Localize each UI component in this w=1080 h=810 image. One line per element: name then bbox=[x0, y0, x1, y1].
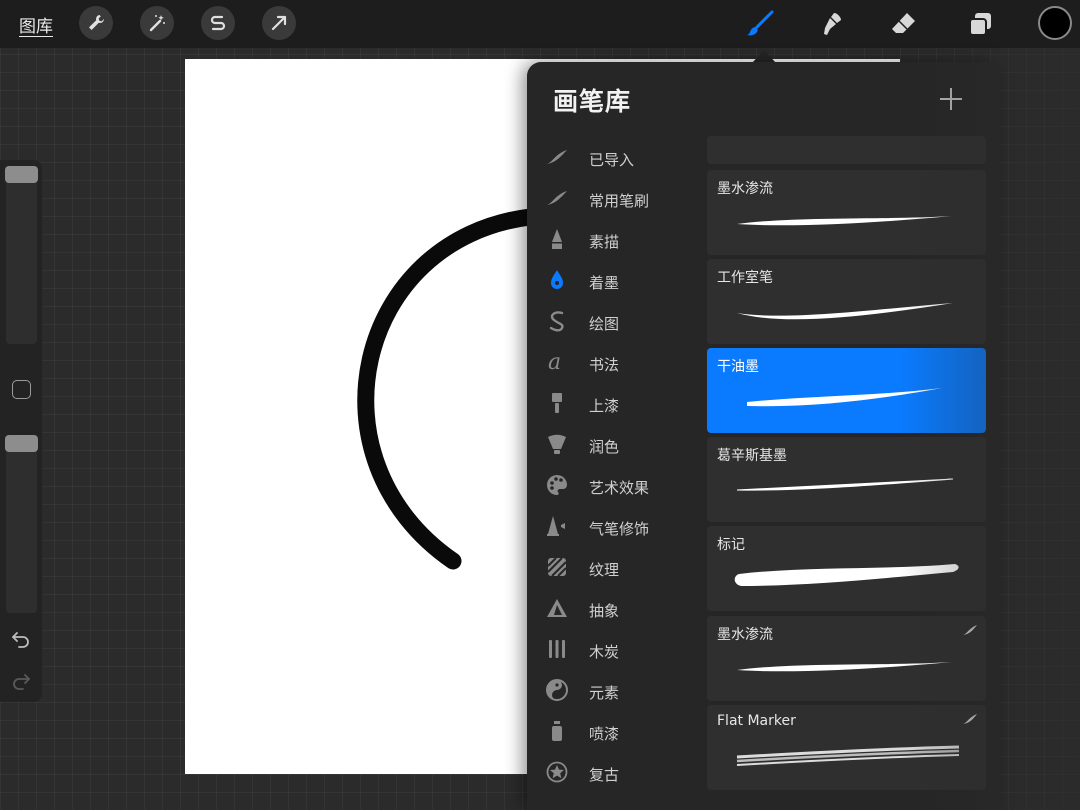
blend-brush-icon bbox=[544, 432, 570, 456]
brush-stroke-preview bbox=[737, 662, 952, 672]
brush-size-slider[interactable] bbox=[6, 166, 37, 344]
category-imported[interactable]: 已导入 bbox=[527, 139, 705, 175]
elements-yinyang-icon bbox=[544, 678, 570, 702]
imported-brush-icon bbox=[963, 714, 977, 724]
brush-name: 葛辛斯基墨 bbox=[717, 448, 787, 464]
brush-library-title: 画笔库 bbox=[553, 87, 632, 116]
airbrush-icon bbox=[544, 514, 570, 538]
category-calligraphy[interactable]: a 书法 bbox=[527, 344, 705, 380]
category-label: 绘图 bbox=[589, 315, 620, 333]
brush-card-studio-pen[interactable]: 工作室笔 bbox=[707, 259, 986, 344]
gallery-button[interactable]: 图库 bbox=[19, 12, 53, 37]
spray-can-icon bbox=[544, 719, 570, 743]
brush-card-marker[interactable]: 标记 bbox=[707, 526, 986, 611]
category-common[interactable]: 常用笔刷 bbox=[527, 180, 705, 216]
svg-text:a: a bbox=[548, 351, 561, 373]
brush-library-panel: 画笔库 已导入 常用笔刷 素描 着墨 绘图 a 书法 上漆 润色 艺术效果 气笔… bbox=[527, 62, 1000, 810]
brush-icon[interactable] bbox=[742, 6, 778, 42]
smudge-icon[interactable] bbox=[813, 6, 849, 42]
category-label: 复古 bbox=[589, 766, 620, 784]
category-inking[interactable]: 着墨 bbox=[527, 262, 705, 298]
brush-stroke-preview bbox=[737, 216, 952, 226]
category-label: 木炭 bbox=[589, 643, 620, 661]
add-brush-icon[interactable] bbox=[938, 86, 964, 112]
category-label: 润色 bbox=[589, 438, 620, 456]
pencil-icon bbox=[544, 227, 570, 251]
category-blending[interactable]: 润色 bbox=[527, 426, 705, 462]
imported-stroke-icon bbox=[544, 145, 570, 169]
abstract-triangle-icon bbox=[544, 596, 570, 620]
redo-icon[interactable] bbox=[10, 670, 32, 692]
category-retro[interactable]: 复古 bbox=[527, 754, 705, 790]
brush-card-partial[interactable] bbox=[707, 136, 986, 164]
category-label: 元素 bbox=[589, 684, 620, 702]
undo-icon[interactable] bbox=[10, 628, 32, 650]
brush-name: 墨水渗流 bbox=[717, 627, 773, 643]
magic-wand-icon[interactable] bbox=[140, 6, 174, 40]
brush-name: 标记 bbox=[717, 537, 745, 553]
paint-brush-icon bbox=[544, 391, 570, 415]
palette-icon bbox=[544, 473, 570, 497]
modify-button[interactable] bbox=[12, 380, 31, 399]
selection-s-icon[interactable] bbox=[201, 6, 235, 40]
category-label: 艺术效果 bbox=[589, 479, 650, 497]
brush-name: Flat Marker bbox=[717, 713, 796, 729]
category-label: 抽象 bbox=[589, 602, 620, 620]
color-picker-button[interactable] bbox=[1038, 6, 1072, 40]
brush-card-dry-ink[interactable]: 干油墨 bbox=[707, 348, 986, 433]
category-label: 着墨 bbox=[589, 274, 620, 292]
category-elements[interactable]: 元素 bbox=[527, 672, 705, 708]
category-label: 已导入 bbox=[589, 151, 635, 169]
retro-star-icon bbox=[544, 760, 570, 784]
brush-card-flat-marker[interactable]: Flat Marker bbox=[707, 705, 986, 790]
brush-name: 墨水渗流 bbox=[717, 181, 773, 197]
transform-arrow-icon[interactable] bbox=[262, 6, 296, 40]
brush-card-ink-bleed[interactable]: 墨水渗流 bbox=[707, 170, 986, 255]
category-artistic[interactable]: 艺术效果 bbox=[527, 467, 705, 503]
brush-name: 干油墨 bbox=[717, 359, 759, 375]
left-sidebar bbox=[0, 160, 42, 702]
calligraphy-icon: a bbox=[544, 350, 570, 374]
category-label: 书法 bbox=[589, 356, 620, 374]
category-label: 纹理 bbox=[589, 561, 620, 579]
layers-icon[interactable] bbox=[962, 6, 998, 42]
brush-stroke-preview bbox=[734, 564, 959, 586]
opacity-thumb[interactable] bbox=[5, 435, 38, 452]
texture-icon bbox=[544, 555, 570, 579]
category-drawing[interactable]: 绘图 bbox=[527, 303, 705, 339]
ink-pen-icon bbox=[544, 268, 570, 292]
category-label: 上漆 bbox=[589, 397, 620, 415]
imported-brush-icon bbox=[963, 625, 977, 635]
category-label: 常用笔刷 bbox=[589, 192, 650, 210]
category-airbrush[interactable]: 气笔修饰 bbox=[527, 508, 705, 544]
brush-stroke-preview bbox=[737, 303, 953, 320]
category-sketch[interactable]: 素描 bbox=[527, 221, 705, 257]
category-label: 喷漆 bbox=[589, 725, 620, 743]
brush-card-ink-bleed-imported[interactable]: 墨水渗流 bbox=[707, 616, 986, 701]
category-label: 气笔修饰 bbox=[589, 520, 650, 538]
category-texture[interactable]: 纹理 bbox=[527, 549, 705, 585]
category-charcoal[interactable]: 木炭 bbox=[527, 631, 705, 667]
wrench-icon[interactable] bbox=[79, 6, 113, 40]
top-toolbar: 图库 bbox=[0, 0, 1080, 48]
brush-card-gesinski-ink[interactable]: 葛辛斯基墨 bbox=[707, 437, 986, 522]
brush-stroke-preview bbox=[747, 388, 942, 407]
category-label: 素描 bbox=[589, 233, 620, 251]
category-abstract[interactable]: 抽象 bbox=[527, 590, 705, 626]
category-painting[interactable]: 上漆 bbox=[527, 385, 705, 421]
charcoal-icon bbox=[544, 637, 570, 661]
brush-name: 工作室笔 bbox=[717, 270, 773, 286]
opacity-slider[interactable] bbox=[6, 435, 37, 613]
category-spray[interactable]: 喷漆 bbox=[527, 713, 705, 749]
brush-stroke-preview bbox=[736, 745, 960, 766]
eraser-icon[interactable] bbox=[886, 6, 922, 42]
common-stroke-icon bbox=[544, 186, 570, 210]
brush-size-thumb[interactable] bbox=[5, 166, 38, 183]
drawing-squiggle-icon bbox=[544, 309, 570, 333]
brush-stroke-preview bbox=[736, 478, 954, 491]
